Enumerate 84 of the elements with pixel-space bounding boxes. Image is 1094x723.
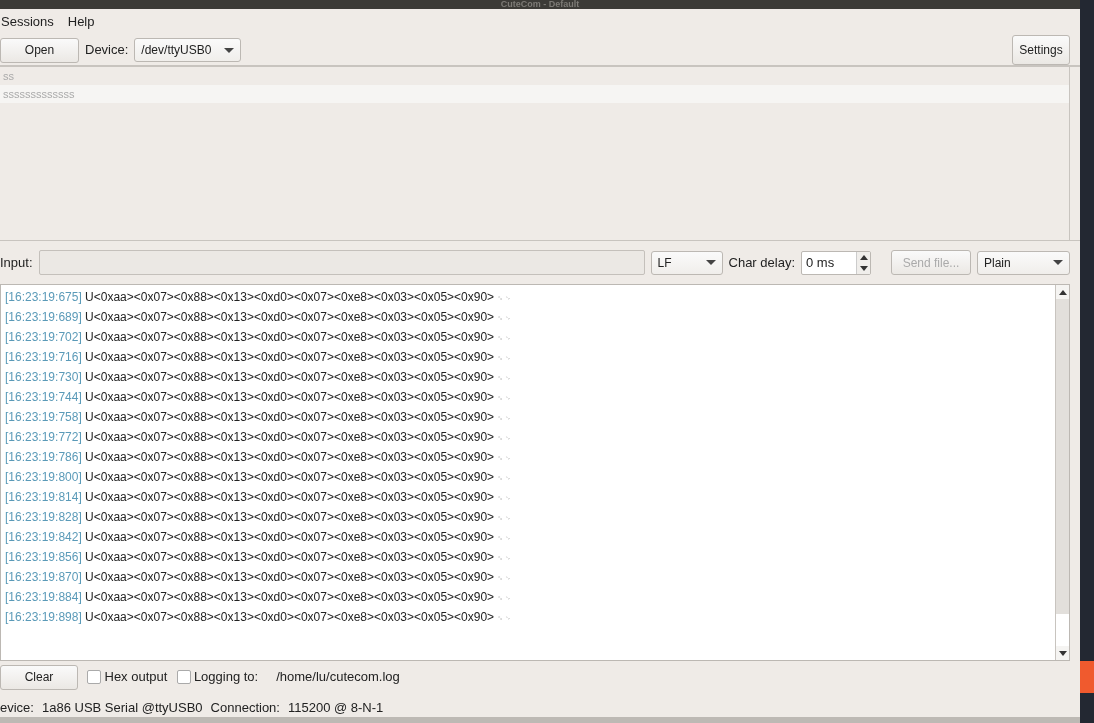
timestamp: [16:23:19:758]: [5, 410, 82, 424]
received-data: U<0xaa><0x07><0x88><0x13><0xd0><0x07><0xe8><0x03><0x05><0x90>: [85, 550, 495, 564]
clear-button[interactable]: Clear: [0, 664, 78, 690]
input-field[interactable]: [38, 250, 645, 275]
hex-output-label: Hex output: [104, 668, 168, 687]
device-label: evice:: [0, 699, 34, 718]
open-button[interactable]: Open: [0, 37, 79, 63]
line-end-marks: ␍ ␊: [497, 354, 512, 363]
timestamp: [16:23:19:842]: [5, 530, 82, 544]
received-data: U<0xaa><0x07><0x88><0x13><0xd0><0x07><0xe8><0x03><0x05><0x90>: [85, 510, 495, 524]
timestamp: [16:23:19:730]: [5, 370, 82, 384]
char-delay-label: Char delay:: [728, 253, 795, 272]
timestamp: [16:23:19:786]: [5, 450, 82, 464]
received-data: U<0xaa><0x07><0x88><0x13><0xd0><0x07><0xe8><0x03><0x05><0x90>: [85, 570, 495, 584]
received-data: U<0xaa><0x07><0x88><0x13><0xd0><0x07><0xe8><0x03><0x05><0x90>: [85, 430, 495, 444]
spin-up-icon[interactable]: [859, 254, 868, 260]
received-data: U<0xaa><0x07><0x88><0x13><0xd0><0x07><0xe8><0x03><0x05><0x90>: [85, 530, 495, 544]
received-data: U<0xaa><0x07><0x88><0x13><0xd0><0x07><0xe8><0x03><0x05><0x90>: [85, 610, 495, 624]
received-data: U<0xaa><0x07><0x88><0x13><0xd0><0x07><0xe8><0x03><0x05><0x90>: [85, 330, 495, 344]
received-data: U<0xaa><0x07><0x88><0x13><0xd0><0x07><0xe8><0x03><0x05><0x90>: [85, 490, 495, 504]
menu-item[interactable]: Sessions: [1, 12, 54, 32]
scroll-down-icon[interactable]: [1058, 650, 1067, 656]
line-end-marks: ␍ ␊: [497, 594, 512, 603]
scroll-up-icon[interactable]: [1058, 289, 1067, 295]
logging-label: Logging to:: [193, 668, 259, 687]
timestamp: [16:23:19:744]: [5, 390, 82, 404]
line-end-marks: ␍ ␊: [497, 394, 512, 403]
timestamp: [16:23:19:675]: [5, 290, 82, 304]
line-end-marks: ␍ ␊: [497, 374, 512, 383]
caret-icon: [1053, 260, 1063, 265]
timestamp: [16:23:19:689]: [5, 310, 82, 324]
received-data: U<0xaa><0x07><0x88><0x13><0xd0><0x07><0xe8><0x03><0x05><0x90>: [85, 410, 495, 424]
settings-button[interactable]: Settings: [1012, 35, 1070, 65]
timestamp: [16:23:19:702]: [5, 330, 82, 344]
connection-info: 115200 @ 8-N-1: [287, 699, 384, 718]
received-data: U<0xaa><0x07><0x88><0x13><0xd0><0x07><0xe8><0x03><0x05><0x90>: [85, 350, 495, 364]
line-end-marks: ␍ ␊: [497, 434, 512, 443]
received-data: U<0xaa><0x07><0x88><0x13><0xd0><0x07><0xe8><0x03><0x05><0x90>: [85, 370, 495, 384]
device-dropdown[interactable]: /dev/ttyUSB0: [134, 38, 242, 62]
line-end-marks: ␍ ␊: [497, 334, 512, 343]
timestamp: [16:23:19:828]: [5, 510, 82, 524]
caret-icon: [224, 47, 235, 53]
spin-down-icon[interactable]: [859, 265, 868, 271]
timestamp: [16:23:19:772]: [5, 430, 82, 444]
timestamp: [16:23:19:814]: [5, 490, 82, 504]
received-data: U<0xaa><0x07><0x88><0x13><0xd0><0x07><0xe8><0x03><0x05><0x90>: [85, 450, 495, 464]
line-end-marks: ␍ ␊: [497, 534, 512, 543]
line-end-marks: ␍ ␊: [497, 454, 512, 463]
line-end-marks: ␍ ␊: [497, 474, 512, 483]
line-end-marks: ␍ ␊: [497, 494, 512, 503]
timestamp: [16:23:19:856]: [5, 550, 82, 564]
line-end-marks: ␍ ␊: [497, 574, 512, 583]
connection-label: Connection:: [210, 699, 280, 718]
timestamp: [16:23:19:884]: [5, 590, 82, 604]
mode-dropdown[interactable]: Plain: [977, 250, 1070, 275]
received-data: U<0xaa><0x07><0x88><0x13><0xd0><0x07><0xe8><0x03><0x05><0x90>: [85, 310, 495, 324]
timestamp: [16:23:19:800]: [5, 470, 82, 484]
line-end-dropdown[interactable]: LF: [650, 250, 723, 275]
received-data: U<0xaa><0x07><0x88><0x13><0xd0><0x07><0xe8><0x03><0x05><0x90>: [85, 390, 495, 404]
window-title: CuteCom - Default: [500, 0, 580, 9]
timestamp: [16:23:19:898]: [5, 610, 82, 624]
received-data: U<0xaa><0x07><0x88><0x13><0xd0><0x07><0xe8><0x03><0x05><0x90>: [85, 290, 495, 304]
timestamp: [16:23:19:870]: [5, 570, 82, 584]
received-data: U<0xaa><0x07><0x88><0x13><0xd0><0x07><0xe8><0x03><0x05><0x90>: [85, 470, 495, 484]
line-end-marks: ␍ ␊: [497, 314, 512, 323]
scrollbar-thumb[interactable]: [1056, 614, 1069, 646]
device-info: 1a86 USB Serial @ttyUSB0: [41, 699, 203, 718]
input-label: Input:: [0, 253, 33, 272]
line-end-marks: ␍ ␊: [497, 554, 512, 563]
menu-item[interactable]: Help: [67, 12, 95, 32]
received-data: U<0xaa><0x07><0x88><0x13><0xd0><0x07><0xe8><0x03><0x05><0x90>: [85, 590, 495, 604]
device-label: Device:: [85, 41, 129, 60]
log-path: /home/lu/cutecom.log: [276, 668, 400, 687]
char-delay-field[interactable]: 0 ms: [801, 250, 871, 275]
hex-output-checkbox[interactable]: [87, 670, 102, 684]
line-end-marks: ␍ ␊: [497, 294, 512, 303]
desktop-panel: [1080, 661, 1094, 693]
scrollbar[interactable]: [1055, 285, 1069, 660]
line-end-marks: ␍ ␊: [497, 614, 512, 623]
logging-checkbox[interactable]: [176, 670, 191, 684]
timestamp: [16:23:19:716]: [5, 350, 82, 364]
caret-icon: [705, 260, 716, 265]
line-end-marks: ␍ ␊: [497, 514, 512, 523]
line-end-marks: ␍ ␊: [497, 414, 512, 423]
